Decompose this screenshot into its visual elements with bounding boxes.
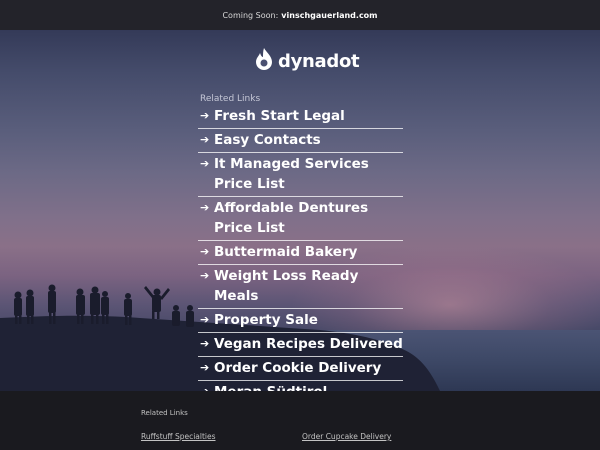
arrow-right-icon: ➔ bbox=[200, 313, 210, 326]
related-link[interactable]: ➔ It Managed Services Price List bbox=[198, 153, 403, 197]
related-links-heading: Related Links bbox=[200, 94, 261, 104]
footer-heading: Related Links bbox=[141, 409, 188, 417]
arrow-right-icon: ➔ bbox=[200, 109, 210, 122]
arrow-right-icon: ➔ bbox=[200, 201, 210, 214]
related-link[interactable]: ➔ Weight Loss Ready Meals bbox=[198, 265, 403, 309]
arrow-right-icon: ➔ bbox=[200, 269, 210, 282]
related-link[interactable]: ➔ Affordable Dentures Price List bbox=[198, 197, 403, 241]
arrow-right-icon: ➔ bbox=[200, 337, 210, 350]
related-link[interactable]: ➔ Order Cookie Delivery bbox=[198, 357, 403, 381]
arrow-right-icon: ➔ bbox=[200, 245, 210, 258]
person-figure bbox=[186, 305, 194, 327]
related-link-label: Weight Loss Ready Meals bbox=[214, 268, 359, 304]
related-link-label: It Managed Services Price List bbox=[214, 156, 369, 192]
related-link-label: Property Sale bbox=[214, 312, 318, 328]
arrow-right-icon: ➔ bbox=[200, 361, 210, 374]
related-link[interactable]: ➔ Property Sale bbox=[198, 309, 403, 333]
related-links-list: ➔ Fresh Start Legal ➔ Easy Contacts ➔ It Mana… bbox=[198, 105, 403, 405]
person-jumping bbox=[144, 286, 170, 319]
related-link-label: Fresh Start Legal bbox=[214, 108, 345, 124]
arrow-right-icon: ➔ bbox=[200, 157, 210, 170]
arrow-right-icon: ➔ bbox=[200, 133, 210, 146]
related-link-label: Order Cookie Delivery bbox=[214, 360, 382, 376]
related-link[interactable]: ➔ Fresh Start Legal bbox=[198, 105, 403, 129]
dynadot-logo[interactable]: dynadot bbox=[254, 47, 360, 75]
footer: Related Links Ruffstuff Specialties Orde… bbox=[0, 391, 600, 450]
related-link[interactable]: ➔ Vegan Recipes Delivered bbox=[198, 333, 403, 357]
domain-name: vinschgauerland.com bbox=[281, 10, 378, 20]
related-link-label: Buttermaid Bakery bbox=[214, 244, 358, 260]
logo-text: dynadot bbox=[278, 50, 360, 72]
coming-soon-bar: Coming Soon: vinschgauerland.com bbox=[0, 0, 600, 30]
related-link-label: Easy Contacts bbox=[214, 132, 321, 148]
dynadot-flame-icon bbox=[254, 47, 274, 75]
related-link[interactable]: ➔ Easy Contacts bbox=[198, 129, 403, 153]
coming-soon-label: Coming Soon: bbox=[222, 10, 279, 20]
footer-link[interactable]: Order Cupcake Delivery bbox=[302, 432, 391, 441]
footer-link[interactable]: Ruffstuff Specialties bbox=[141, 432, 216, 441]
person-figure bbox=[172, 305, 180, 326]
related-link-label: Vegan Recipes Delivered bbox=[214, 336, 403, 352]
related-link[interactable]: ➔ Buttermaid Bakery bbox=[198, 241, 403, 265]
related-link-label: Affordable Dentures Price List bbox=[214, 200, 369, 236]
